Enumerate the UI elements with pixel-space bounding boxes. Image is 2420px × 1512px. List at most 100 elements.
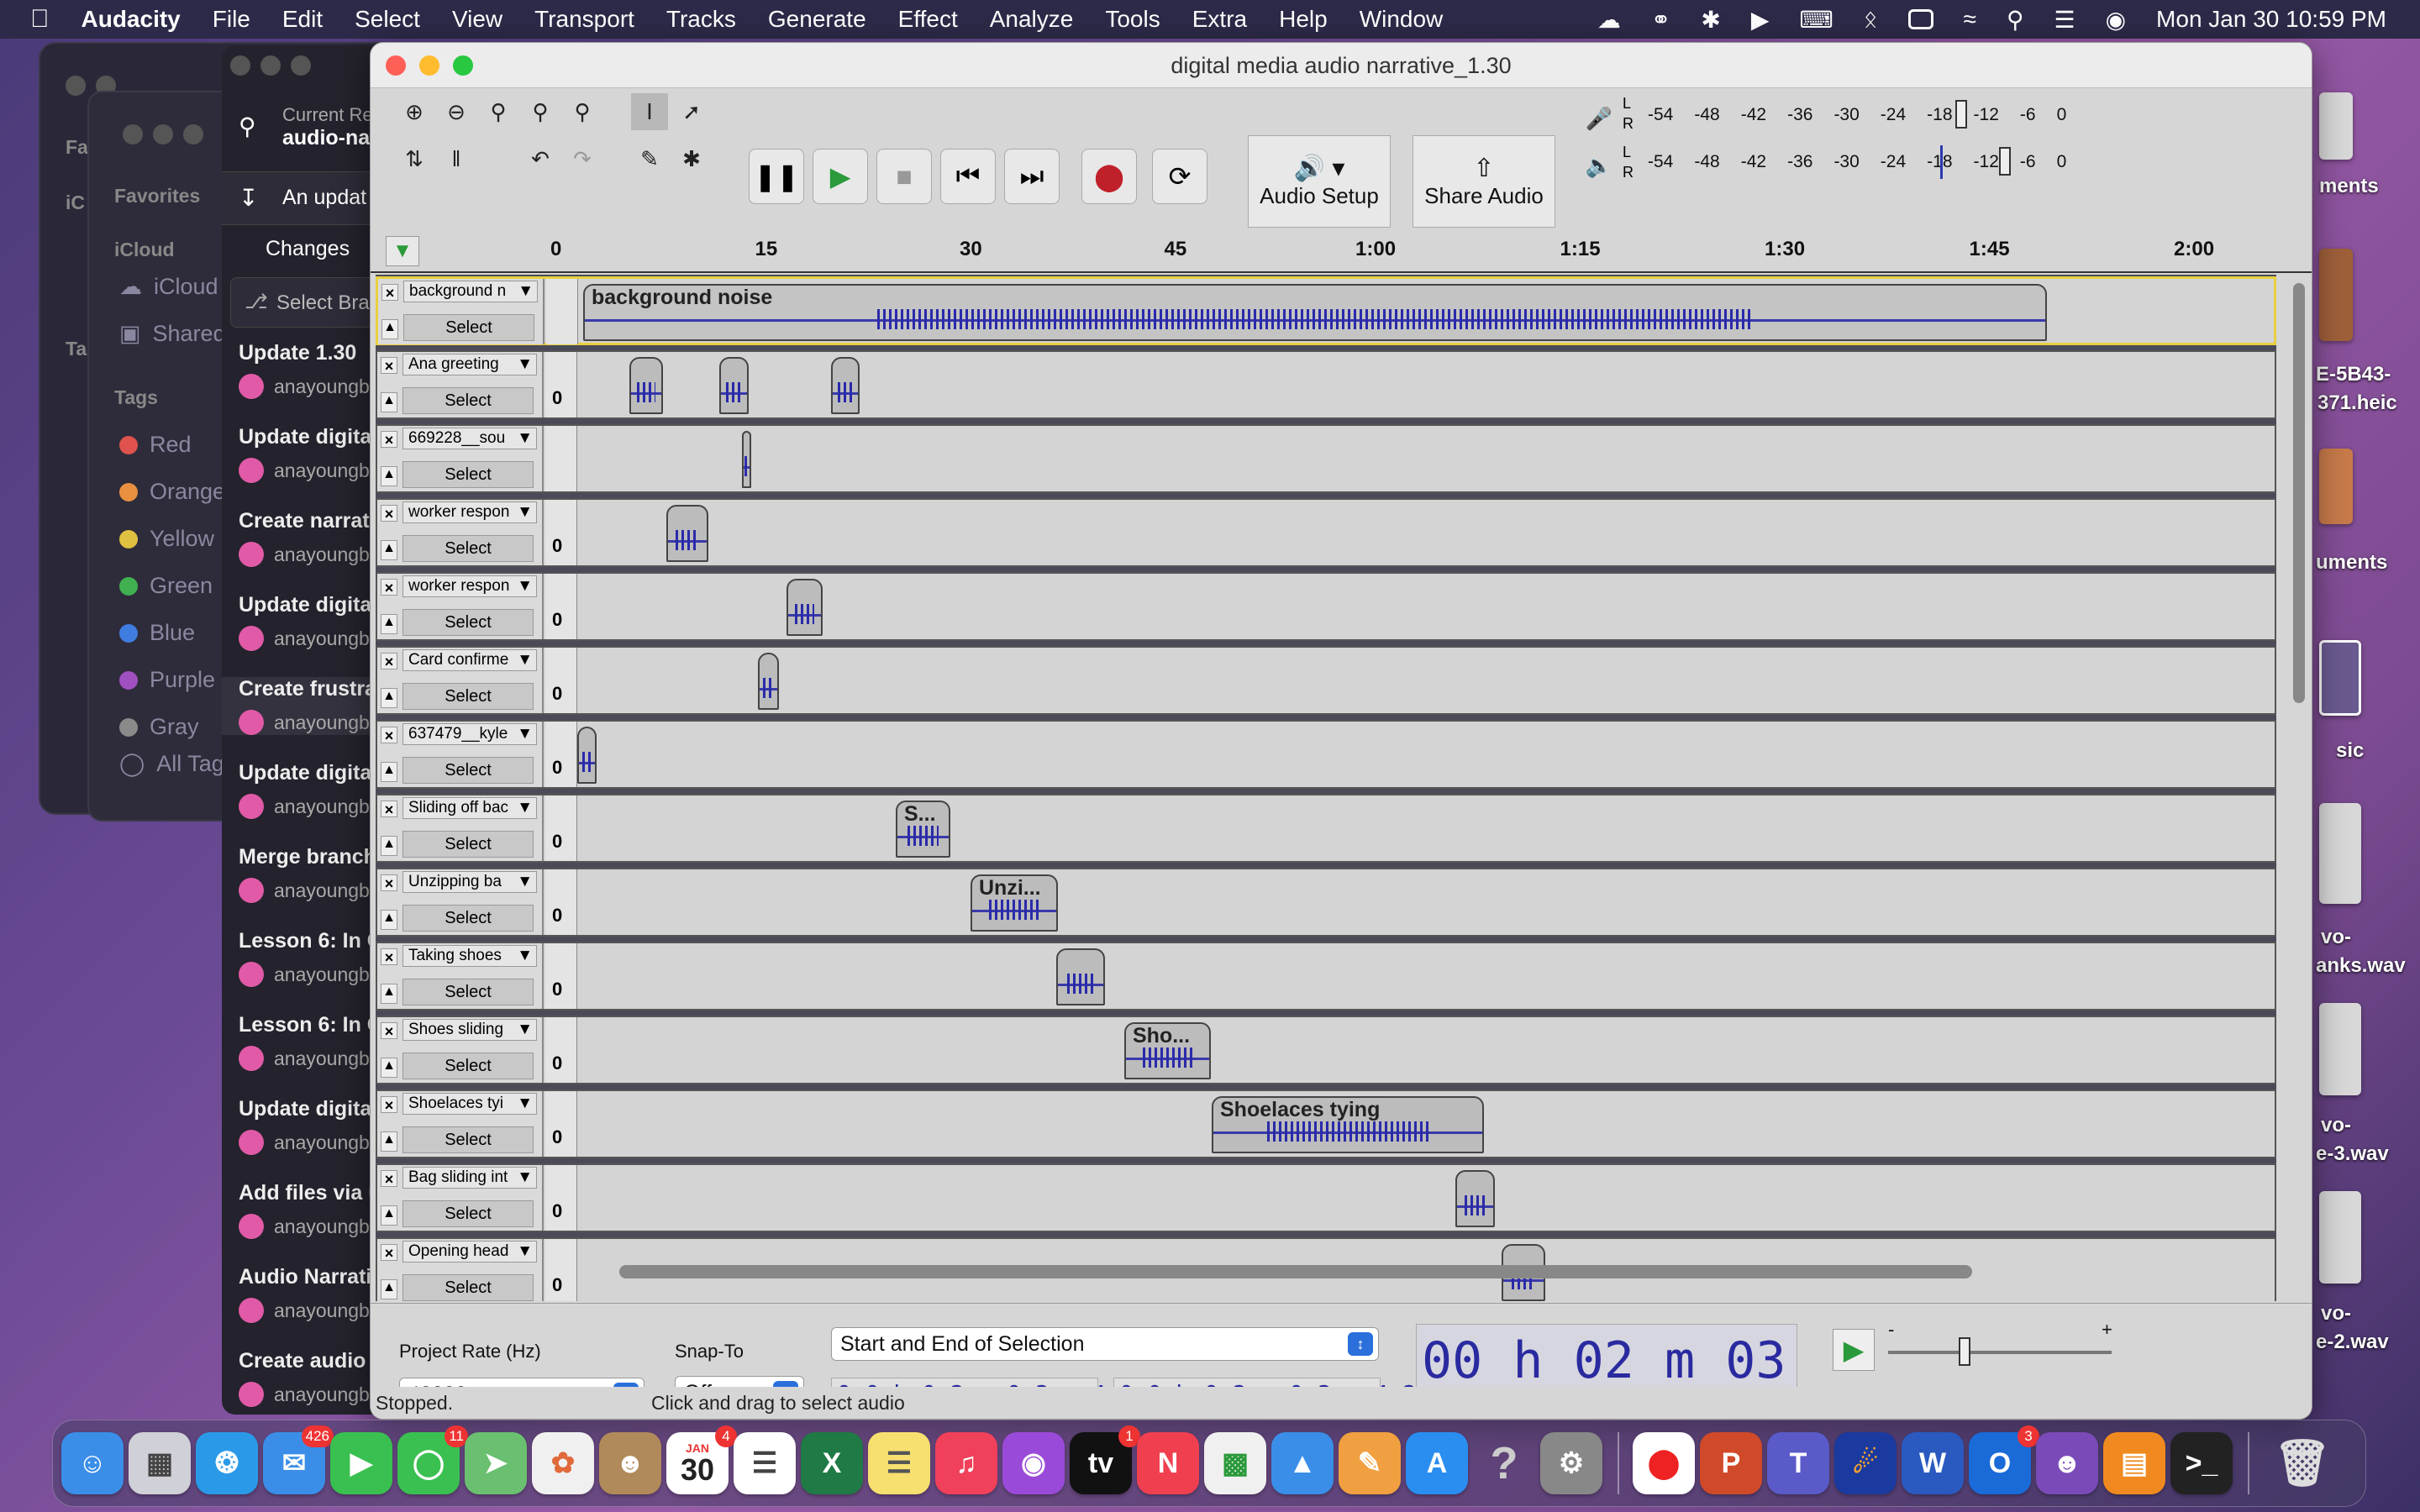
- pages-icon[interactable]: ✎: [1339, 1432, 1401, 1494]
- collapse-track-icon[interactable]: ▲: [381, 614, 397, 634]
- playback-speaker-icon[interactable]: 🔈: [1581, 147, 1618, 184]
- draw-tool-icon[interactable]: ✎: [631, 140, 668, 177]
- collapse-track-icon[interactable]: ▲: [381, 1205, 397, 1226]
- menu-transport[interactable]: Transport: [534, 6, 634, 33]
- desktop-label-wav-2b[interactable]: e-3.wav: [2316, 1142, 2389, 1166]
- desktop-wav-thumb-3[interactable]: [2319, 1191, 2361, 1284]
- silence-audio-icon[interactable]: ‖: [438, 140, 475, 177]
- menu-app-name[interactable]: Audacity: [82, 6, 181, 33]
- sidebar-item-tag-0[interactable]: Red: [119, 432, 192, 458]
- audio-clip[interactable]: Sho...: [1124, 1022, 1211, 1079]
- screen-recorder-icon[interactable]: ⬤: [1633, 1432, 1695, 1494]
- collapse-track-icon[interactable]: ▲: [381, 910, 397, 930]
- keyboard-icon[interactable]: ⌨: [1799, 6, 1833, 34]
- collapse-track-icon[interactable]: ▲: [381, 319, 398, 339]
- track-select-button[interactable]: Select: [403, 314, 534, 341]
- collapse-track-icon[interactable]: ▲: [381, 392, 397, 412]
- zoom-icon[interactable]: [291, 55, 311, 76]
- close-track-icon[interactable]: ×: [381, 579, 397, 596]
- audacity-window[interactable]: digital media audio narrative_1.30 ⊕ ⊖ ⚲…: [370, 42, 2312, 1420]
- wifi-icon[interactable]: ≈: [1964, 6, 1976, 33]
- play-level-handle[interactable]: [1999, 147, 2011, 176]
- playback-speed-handle[interactable]: [1959, 1337, 1970, 1366]
- trim-audio-icon[interactable]: ⇅: [396, 140, 433, 177]
- fit-project-icon[interactable]: ⚲: [522, 93, 559, 130]
- close-track-icon[interactable]: ×: [381, 801, 397, 818]
- track-name-menu[interactable]: Opening head ▼: [402, 1241, 537, 1263]
- desktop-heic-thumb[interactable]: [2319, 249, 2353, 341]
- audio-clip[interactable]: [629, 357, 663, 414]
- audio-clip[interactable]: [1455, 1170, 1495, 1227]
- close-track-icon[interactable]: ×: [381, 653, 397, 670]
- close-icon[interactable]: [230, 55, 250, 76]
- collapse-track-icon[interactable]: ▲: [381, 466, 397, 486]
- sidebar-item-shared[interactable]: ▣ Shared: [119, 321, 226, 347]
- audio-clip[interactable]: [666, 505, 708, 562]
- audio-clip[interactable]: [1056, 948, 1105, 1005]
- zoom-out-icon[interactable]: ⊖: [438, 93, 475, 130]
- record-level-handle[interactable]: [1955, 100, 1967, 129]
- music-icon[interactable]: ♫: [935, 1432, 997, 1494]
- sidebar-item-tag-6[interactable]: Gray: [119, 714, 199, 740]
- close-track-icon[interactable]: ×: [381, 1096, 397, 1114]
- play-status-icon[interactable]: ▶: [1751, 6, 1770, 34]
- zoom-toggle-icon[interactable]: ⚲: [564, 93, 601, 130]
- minimize-icon[interactable]: [260, 55, 281, 76]
- track-select-button[interactable]: Select: [402, 1126, 534, 1153]
- desktop-label-wav-3a[interactable]: vo-: [2321, 1302, 2351, 1326]
- collapse-track-icon[interactable]: ▲: [381, 1279, 397, 1299]
- close-track-icon[interactable]: ×: [381, 1244, 397, 1262]
- audio-track[interactable]: × worker respon ▼ ▲ Select 0: [376, 572, 2276, 641]
- track-name-menu[interactable]: Shoes sliding ▼: [402, 1019, 537, 1041]
- facetime-icon[interactable]: ▶: [330, 1432, 392, 1494]
- contacts-icon[interactable]: ☻: [599, 1432, 661, 1494]
- collapse-track-icon[interactable]: ▲: [381, 836, 397, 856]
- timeline-options-icon[interactable]: ▼: [386, 236, 419, 266]
- track-select-button[interactable]: Select: [402, 1274, 534, 1301]
- close-track-icon[interactable]: ×: [381, 1022, 397, 1040]
- audio-clip[interactable]: [786, 579, 823, 636]
- track-name-menu[interactable]: Sliding off bac ▼: [402, 797, 537, 819]
- creative-cloud-icon[interactable]: ⚭: [1651, 6, 1670, 34]
- collapse-track-icon[interactable]: ▲: [381, 540, 397, 560]
- mail-icon[interactable]: ✉ 426: [263, 1425, 334, 1494]
- finder-icon[interactable]: ☺: [61, 1432, 124, 1494]
- track-select-button[interactable]: Select: [402, 979, 534, 1005]
- trash-icon[interactable]: 🗑: [2271, 1432, 2333, 1494]
- current-repo-name[interactable]: audio-na: [282, 126, 370, 150]
- track-name-menu[interactable]: 669228__sou ▼: [402, 428, 537, 449]
- audio-clip[interactable]: [742, 431, 751, 488]
- sidebar-item-tag-3[interactable]: Green: [119, 573, 213, 599]
- audio-track[interactable]: × worker respon ▼ ▲ Select 0: [376, 498, 2276, 567]
- menu-help[interactable]: Help: [1279, 6, 1328, 33]
- multi-tool-icon[interactable]: ✱: [673, 140, 710, 177]
- undo-icon[interactable]: ↶: [522, 140, 559, 177]
- menu-effect[interactable]: Effect: [898, 6, 958, 33]
- terminal-icon[interactable]: >_: [2170, 1432, 2233, 1494]
- skip-start-button[interactable]: ⏮: [940, 149, 996, 204]
- menu-clock[interactable]: Mon Jan 30 10:59 PM: [2156, 6, 2386, 33]
- track-select-button[interactable]: Select: [402, 461, 534, 488]
- playback-speed-slider[interactable]: [1888, 1351, 2112, 1354]
- collapse-track-icon[interactable]: ▲: [381, 688, 397, 708]
- audio-track[interactable]: × Card confirme ▼ ▲ Select 0: [376, 646, 2276, 715]
- desktop-label-heic-1[interactable]: E-5B43-: [2316, 363, 2391, 386]
- fit-selection-icon[interactable]: ⚲: [480, 93, 517, 130]
- selection-tool-icon[interactable]: Ⅰ: [631, 93, 668, 130]
- audio-track[interactable]: × 637479__kyle ▼ ▲ Select 0: [376, 720, 2276, 789]
- track-name-menu[interactable]: Taking shoes ▼: [402, 945, 537, 967]
- loop-button[interactable]: ⟳: [1152, 149, 1207, 204]
- app-store-icon[interactable]: A: [1406, 1432, 1468, 1494]
- notes-icon[interactable]: ☰: [868, 1432, 930, 1494]
- track-name-menu[interactable]: Shoelaces tyi ▼: [402, 1093, 537, 1115]
- books-icon[interactable]: ▤: [2103, 1432, 2165, 1494]
- recording-meter[interactable]: -54 -48 -42 -36 -30 -24 -18 -12 -6 0: [1648, 98, 2087, 132]
- bluetooth-app-icon[interactable]: ✱: [1701, 6, 1720, 34]
- photos-icon[interactable]: ✿: [532, 1432, 594, 1494]
- desktop-label-documents-2[interactable]: uments: [2316, 551, 2387, 575]
- desktop-file-thumb-1[interactable]: [2319, 92, 2353, 160]
- desktop-label-wav-2a[interactable]: vo-: [2321, 1114, 2351, 1137]
- zoom-in-icon[interactable]: ⊕: [396, 93, 433, 130]
- zoom-icon[interactable]: [183, 124, 203, 144]
- reminders-icon[interactable]: ☰: [734, 1432, 796, 1494]
